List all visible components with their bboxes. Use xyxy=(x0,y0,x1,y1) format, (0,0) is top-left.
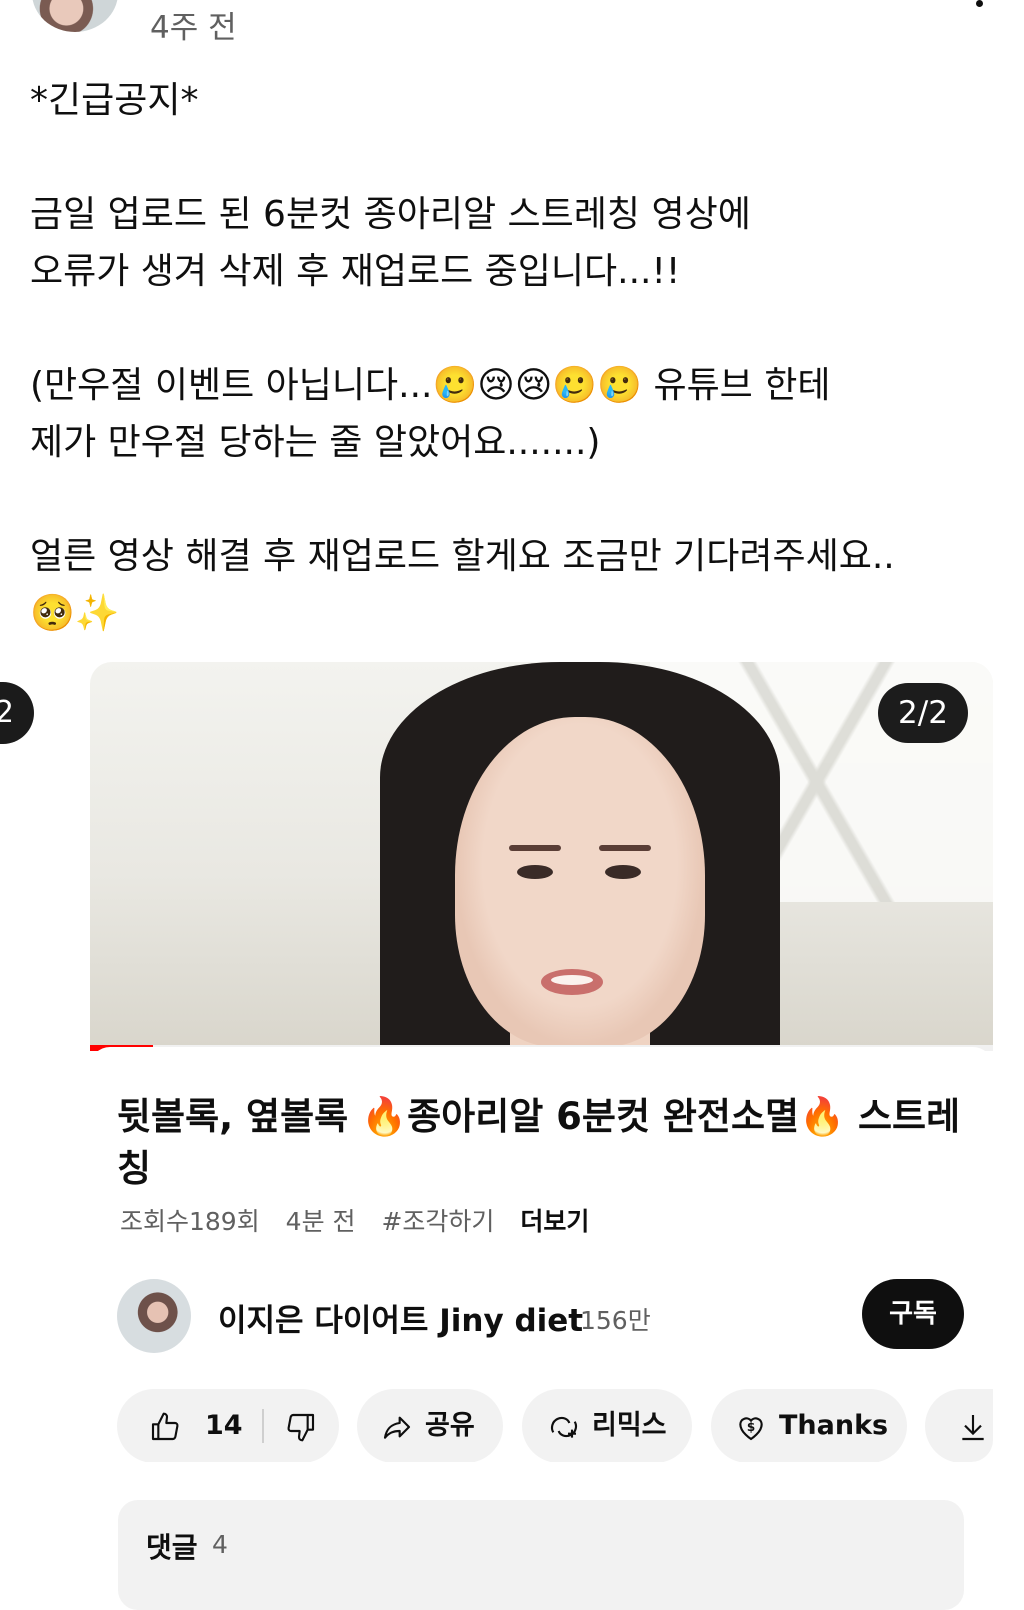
share-icon xyxy=(383,1416,411,1439)
comments-section[interactable]: 댓글 4 xyxy=(118,1500,964,1610)
heart-dollar-icon: $ xyxy=(739,1417,763,1441)
channel-name[interactable]: 이지은 다이어트 Jiny diet xyxy=(218,1295,583,1340)
like-divider xyxy=(262,1409,264,1443)
like-count[interactable]: 14 xyxy=(205,1389,243,1462)
view-count: 조회수189회 xyxy=(120,1207,260,1236)
post-body: *긴급공지* 금일 업로드 된 6분컷 종아리알 스트레칭 영상에 오류가 생겨… xyxy=(30,72,990,642)
post-line: *긴급공지* xyxy=(30,80,199,121)
subscribe-button[interactable]: 구독 xyxy=(862,1279,964,1349)
hashtag-link[interactable]: #조각하기 xyxy=(381,1207,494,1236)
previous-card-counter[interactable]: 2 xyxy=(0,682,34,744)
carousel-page-badge: 2/2 xyxy=(878,683,968,743)
svg-text:$: $ xyxy=(747,1420,755,1434)
remix-icon xyxy=(550,1416,578,1438)
more-options-icon[interactable] xyxy=(976,0,986,12)
channel-avatar[interactable] xyxy=(117,1279,191,1353)
download-icon xyxy=(962,1415,984,1441)
post-line: 얼른 영상 해결 후 재업로드 할게요 조금만 기다려주세요.. xyxy=(30,536,895,577)
action-bar: 14 공유 리믹스 $ Thanks xyxy=(117,1389,993,1462)
remix-label: 리믹스 xyxy=(592,1410,667,1441)
share-button[interactable]: 공유 xyxy=(357,1389,503,1462)
like-dislike-pill: 14 xyxy=(117,1389,339,1462)
post-emoji: 🥺✨ xyxy=(30,593,120,634)
remix-button[interactable]: 리믹스 xyxy=(522,1389,692,1462)
post-time: 4주 전 xyxy=(150,10,237,46)
post-line: 유튜브 한테 xyxy=(642,365,831,406)
more-link[interactable]: 더보기 xyxy=(520,1207,589,1236)
download-button[interactable] xyxy=(925,1389,993,1462)
post-line: (만우절 이벤트 아닙니다... xyxy=(30,365,433,406)
video-card[interactable]: 2/2 뒷볼록, 옆볼록 🔥종아리알 6분컷 완전소멸🔥 스트레칭 조회수189… xyxy=(90,662,993,1462)
video-meta: 조회수189회 4분 전 #조각하기 더보기 xyxy=(120,1202,607,1238)
post-line: 금일 업로드 된 6분컷 종아리알 스트레칭 영상에 xyxy=(30,194,751,235)
thanks-button[interactable]: $ Thanks xyxy=(711,1389,907,1462)
share-label: 공유 xyxy=(425,1410,475,1441)
video-thumbnail[interactable]: 2/2 xyxy=(90,662,993,1047)
thumbs-down-icon[interactable] xyxy=(285,1411,317,1443)
post-line: 제가 만우절 당하는 줄 알았어요.......) xyxy=(30,422,601,463)
subscriber-count: 156만 xyxy=(580,1306,651,1335)
thanks-label: Thanks xyxy=(779,1410,889,1441)
thumbnail-person-face xyxy=(455,717,705,1047)
thumbs-up-icon[interactable] xyxy=(149,1411,181,1443)
video-title[interactable]: 뒷볼록, 옆볼록 🔥종아리알 6분컷 완전소멸🔥 스트레칭 xyxy=(117,1091,967,1195)
video-info-panel: 뒷볼록, 옆볼록 🔥종아리알 6분컷 완전소멸🔥 스트레칭 조회수189회 4분… xyxy=(90,1047,993,1462)
author-avatar[interactable] xyxy=(32,0,118,32)
upload-time: 4분 전 xyxy=(285,1207,356,1236)
comments-count: 4 xyxy=(212,1530,228,1559)
post-line: 오류가 생겨 삭제 후 재업로드 중입니다...!! xyxy=(30,251,681,292)
post-emoji: 🥲😢😢🥲🥲 xyxy=(432,365,642,406)
comments-label: 댓글 xyxy=(146,1531,198,1564)
